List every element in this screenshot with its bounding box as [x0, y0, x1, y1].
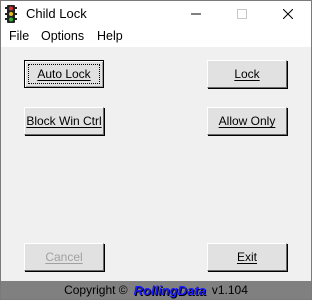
- traffic-light-icon: [5, 5, 17, 23]
- copyright-text: Copyright ©: [64, 283, 128, 297]
- main-panel: Auto Lock Block Win Ctrl Lock Allow Only…: [1, 47, 311, 281]
- auto-lock-label: Auto Lock: [37, 67, 91, 81]
- menu-options[interactable]: Options: [41, 29, 84, 43]
- brand-logo: RollingData: [133, 282, 206, 298]
- menu-bar: File Options Help: [1, 28, 311, 47]
- allow-only-button[interactable]: Allow Only: [207, 107, 287, 135]
- title-bar[interactable]: Child Lock: [1, 1, 311, 28]
- exit-button[interactable]: Exit: [207, 243, 287, 271]
- block-win-ctrl-label: Block Win Ctrl: [26, 114, 102, 128]
- menu-file[interactable]: File: [9, 29, 29, 43]
- menu-help[interactable]: Help: [97, 29, 123, 43]
- close-icon: [282, 8, 294, 22]
- auto-lock-button[interactable]: Auto Lock: [24, 60, 104, 88]
- close-button[interactable]: [265, 1, 311, 28]
- minimize-icon: [191, 8, 201, 22]
- cancel-button[interactable]: Cancel: [24, 243, 104, 271]
- block-win-ctrl-button[interactable]: Block Win Ctrl: [24, 107, 104, 135]
- lock-label: Lock: [234, 67, 260, 81]
- lock-button[interactable]: Lock: [207, 60, 287, 88]
- child-lock-window: Child Lock File Options Help Auto Lock B…: [0, 0, 312, 300]
- maximize-button[interactable]: [219, 1, 265, 28]
- allow-only-label: Allow Only: [218, 114, 276, 128]
- cancel-label: Cancel: [45, 250, 83, 264]
- maximize-icon: [237, 8, 247, 22]
- minimize-button[interactable]: [173, 1, 219, 28]
- version-text: v1.104: [211, 283, 248, 297]
- window-title: Child Lock: [26, 6, 87, 21]
- exit-label: Exit: [236, 250, 257, 264]
- status-bar: Copyright © RollingData v1.104: [1, 281, 311, 299]
